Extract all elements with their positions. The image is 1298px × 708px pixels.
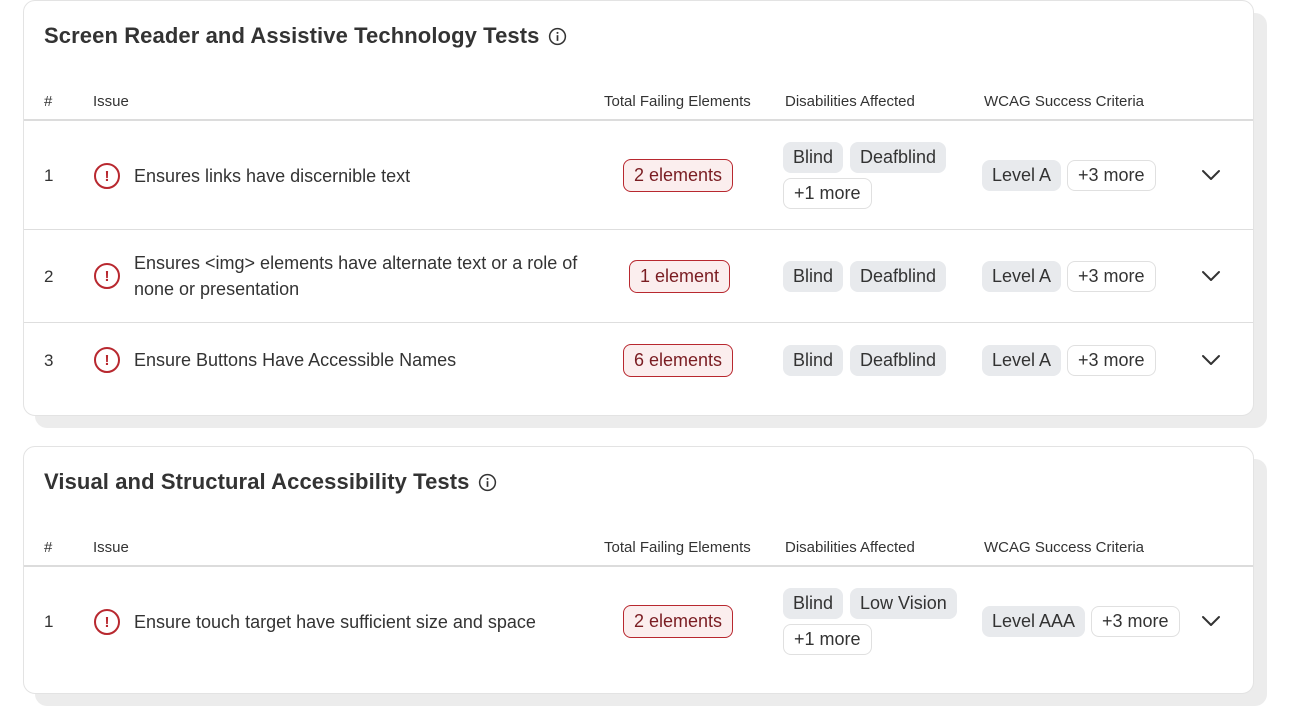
failing-elements-badge[interactable]: 1 element [629, 260, 731, 293]
header-failing: Total Failing Elements [604, 539, 751, 556]
table-header: # Issue Total Failing Elements Disabilit… [24, 527, 1253, 567]
disability-chip: Deafblind [850, 345, 947, 376]
table-row[interactable]: 1 ! Ensure touch target have sufficient … [24, 568, 1253, 678]
chevron-down-icon[interactable] [1201, 266, 1221, 286]
header-wcag: WCAG Success Criteria [984, 93, 1145, 110]
table-header: # Issue Total Failing Elements Disabilit… [24, 81, 1253, 121]
header-num: # [44, 539, 53, 556]
section-title: Visual and Structural Accessibility Test… [44, 469, 497, 495]
chevron-down-icon[interactable] [1201, 350, 1221, 370]
issue-text: Ensures <img> elements have alternate te… [134, 253, 578, 299]
header-wcag: WCAG Success Criteria [984, 539, 1145, 556]
section-card-visual-structural: Visual and Structural Accessibility Test… [23, 446, 1267, 706]
exclamation-circle-icon: ! [94, 347, 120, 373]
disability-chip: Blind [783, 142, 844, 173]
failing-elements-badge[interactable]: 2 elements [623, 159, 734, 192]
disability-chip: Low Vision [850, 588, 957, 619]
failing-elements-badge[interactable]: 2 elements [623, 605, 734, 638]
issue-text: Ensure touch target have sufficient size… [134, 612, 536, 632]
wcag-more-chip[interactable]: +3 more [1091, 606, 1180, 637]
header-disabilities: Disabilities Affected [785, 539, 915, 556]
row-number: 1 [44, 166, 54, 185]
wcag-more-chip[interactable]: +3 more [1067, 261, 1156, 292]
card-body: Screen Reader and Assistive Technology T… [23, 0, 1254, 416]
disabilities-more-chip[interactable]: +1 more [783, 178, 872, 209]
issue-text: Ensure Buttons Have Accessible Names [134, 350, 457, 370]
exclamation-circle-icon: ! [94, 163, 120, 189]
chevron-down-icon[interactable] [1201, 165, 1221, 185]
info-icon[interactable] [478, 473, 497, 492]
table-row[interactable]: 3 ! Ensure Buttons Have Accessible Names… [24, 323, 1253, 398]
exclamation-circle-icon: ! [94, 609, 120, 635]
issue-text: Ensures links have discernible text [134, 166, 411, 186]
header-failing: Total Failing Elements [604, 93, 751, 110]
wcag-more-chip[interactable]: +3 more [1067, 160, 1156, 191]
info-icon[interactable] [548, 27, 567, 46]
table-row[interactable]: 1 ! Ensures links have discernible text … [24, 122, 1253, 230]
row-number: 3 [44, 351, 54, 370]
disabilities-more-chip[interactable]: +1 more [783, 624, 872, 655]
row-number: 1 [44, 612, 54, 631]
wcag-level-chip: Level AAA [982, 606, 1086, 637]
section-card-screen-reader: Screen Reader and Assistive Technology T… [23, 0, 1267, 428]
card-body: Visual and Structural Accessibility Test… [23, 446, 1254, 694]
section-title-text: Visual and Structural Accessibility Test… [44, 469, 470, 494]
wcag-level-chip: Level A [982, 261, 1062, 292]
disability-chip: Blind [783, 588, 844, 619]
header-disabilities: Disabilities Affected [785, 93, 915, 110]
wcag-level-chip: Level A [982, 160, 1062, 191]
wcag-more-chip[interactable]: +3 more [1067, 345, 1156, 376]
disability-chip: Blind [783, 261, 844, 292]
disability-chip: Deafblind [850, 261, 947, 292]
section-title: Screen Reader and Assistive Technology T… [44, 23, 567, 49]
header-num: # [44, 93, 53, 110]
disability-chip: Blind [783, 345, 844, 376]
exclamation-circle-icon: ! [94, 263, 120, 289]
failing-elements-badge[interactable]: 6 elements [623, 344, 734, 377]
header-issue: Issue [93, 93, 129, 110]
wcag-level-chip: Level A [982, 345, 1062, 376]
row-number: 2 [44, 267, 54, 286]
table-row[interactable]: 2 ! Ensures <img> elements have alternat… [24, 230, 1253, 323]
header-issue: Issue [93, 539, 129, 556]
section-title-text: Screen Reader and Assistive Technology T… [44, 23, 540, 48]
disability-chip: Deafblind [850, 142, 947, 173]
chevron-down-icon[interactable] [1201, 611, 1221, 631]
